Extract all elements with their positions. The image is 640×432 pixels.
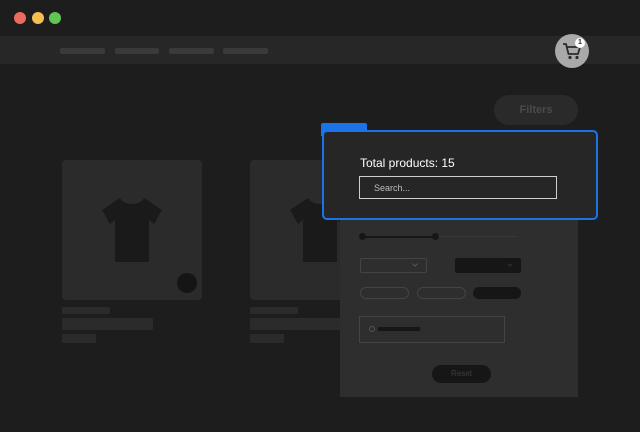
price-max-handle[interactable] [432,233,439,240]
nav-item[interactable] [60,48,105,54]
filter-chip[interactable] [360,287,409,299]
filters-button[interactable]: Filters [494,95,578,125]
product-title-placeholder [250,307,298,314]
price-range-track [362,236,437,238]
product-price-placeholder [62,334,96,343]
cart-count-badge: 1 [575,38,585,48]
filter-chip-selected[interactable] [473,287,521,299]
filter-chip[interactable] [417,287,466,299]
reset-button[interactable]: Reset [432,365,491,383]
favorite-button[interactable] [177,273,197,293]
search-input[interactable] [359,176,557,199]
price-min-handle[interactable] [359,233,366,240]
top-nav-bar [0,36,640,64]
option-label-placeholder [378,327,420,331]
product-card[interactable] [62,160,202,300]
product-title-placeholder [62,307,110,314]
window-minimize-button[interactable] [32,12,44,24]
product-name-placeholder [62,318,153,330]
nav-item[interactable] [169,48,214,54]
search-highlight-box [322,130,598,220]
tshirt-icon [102,198,162,262]
nav-item[interactable] [223,48,268,54]
window-close-button[interactable] [14,12,26,24]
window-maximize-button[interactable] [49,12,61,24]
radio-button[interactable] [369,326,375,332]
product-price-placeholder [250,334,284,343]
total-products-label: Total products: 15 [360,156,455,170]
category-select[interactable] [360,258,427,273]
nav-item[interactable] [115,48,159,54]
product-name-placeholder [250,318,340,330]
price-range-rest [437,236,517,237]
